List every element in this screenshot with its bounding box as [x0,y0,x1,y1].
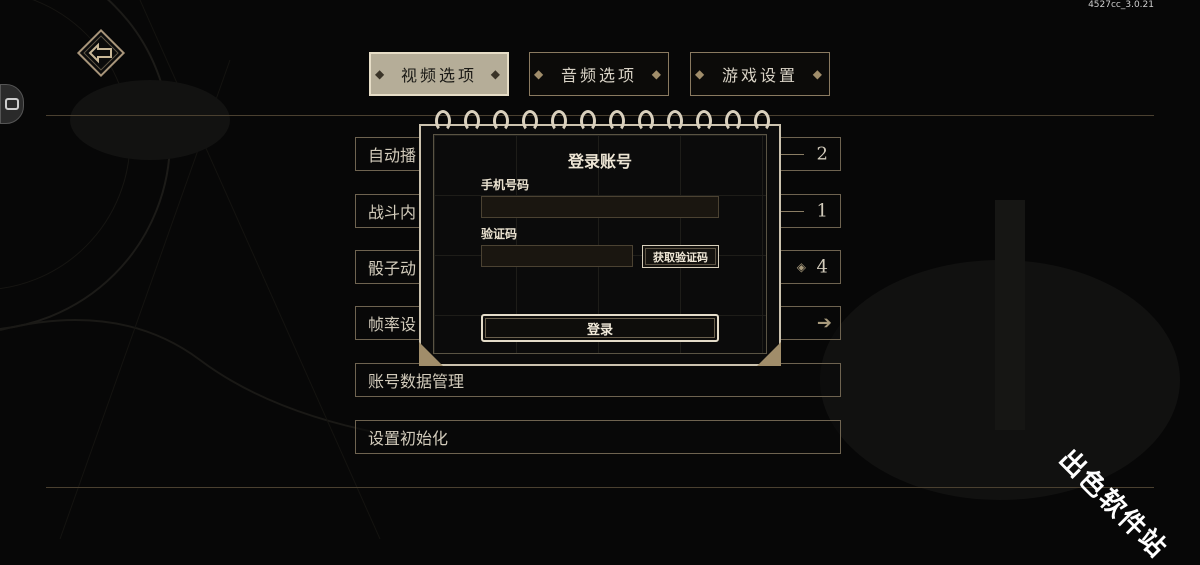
ring-icon [464,110,480,132]
slider-track [780,211,804,212]
slider-handle-icon[interactable]: ◈ [797,260,806,274]
setting-label: 战斗内 [368,203,417,222]
corner-ornament-icon [757,342,781,366]
ring-icon [696,110,712,132]
setting-label: 骰子动 [368,259,417,278]
ring-icon [580,110,596,132]
ring-icon [754,110,770,132]
ring-icon [638,110,654,132]
setting-row-account-data[interactable]: 账号数据管理 [355,363,841,397]
tab-arrow-right-icon: ◆ [812,67,825,81]
phone-label: 手机号码 [481,178,530,192]
tab-game-settings[interactable]: ◆ 游戏设置 ◆ [690,52,830,96]
code-label: 验证码 [481,227,518,241]
tab-label: 游戏设置 [721,66,798,85]
get-code-button[interactable]: 获取验证码 [642,245,719,268]
ring-icon [725,110,741,132]
notebook-rings [435,110,775,140]
tab-arrow-right-icon: ◆ [651,67,664,81]
login-button[interactable]: 登录 [481,314,719,342]
divider-bottom [46,487,1154,488]
setting-label: 帧率设 [368,315,417,334]
back-arrow-icon [76,28,126,78]
setting-value: 1 [816,200,828,222]
ring-icon [493,110,509,132]
setting-label: 账号数据管理 [368,372,465,391]
corner-ornament-icon [419,342,443,366]
ring-icon [551,110,567,132]
tab-video[interactable]: ◆ 视频选项 ◆ [369,52,509,96]
setting-value: 4 [816,256,828,278]
setting-row-reset[interactable]: 设置初始化 [355,420,841,454]
tab-arrow-left-icon: ◆ [375,67,388,81]
ring-icon [667,110,683,132]
setting-label: 设置初始化 [368,429,449,448]
version-label: 4527cc_3.0.21 [1088,0,1154,10]
phone-input[interactable] [481,196,719,218]
ring-icon [522,110,538,132]
chat-bubble-icon [5,98,19,110]
tab-arrow-right-icon: ◆ [490,67,503,81]
tab-audio[interactable]: ◆ 音频选项 ◆ [529,52,669,96]
dialog-title: 登录账号 [567,152,632,171]
tab-arrow-left-icon: ◆ [534,67,547,81]
ring-icon [609,110,625,132]
code-input[interactable] [481,245,633,267]
tab-arrow-left-icon: ◆ [695,67,708,81]
tab-label: 视频选项 [400,66,477,85]
ring-icon [435,110,451,132]
tab-label: 音频选项 [560,66,637,85]
back-button[interactable] [72,24,130,82]
chevron-right-icon: ➔ [816,312,832,334]
